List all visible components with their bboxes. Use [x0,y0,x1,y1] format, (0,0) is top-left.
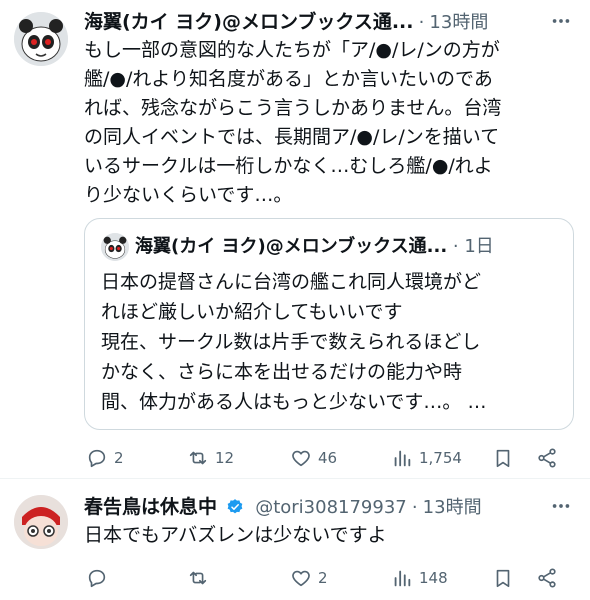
heart-icon [292,450,310,467]
like-count: 2 [318,569,328,587]
avatar[interactable] [14,495,68,549]
reply-button[interactable] [86,563,114,593]
tweet-text-line: れば、残念ながらこう言うしかありません。台湾 [84,97,502,119]
share-icon [538,448,556,468]
quote-text-line: 日本の提督さんに台湾の艦これ同人環境がど [101,271,482,293]
quote-header: 海翼(カイ ヨク)@メロンブックス通... · 1日 [135,233,494,261]
share-button[interactable] [536,443,564,473]
quote-text-line: 現在、サークル数は片手で数えられるほどし [101,331,481,353]
quote-tweet[interactable]: 海翼(カイ ヨク)@メロンブックス通... · 1日 日本の提督さんに台湾の艦こ… [84,218,574,430]
quote-text-line: かなく、さらに本を出せるだけの能力や時 [101,361,463,383]
views-chart-icon [394,450,411,467]
avatar[interactable] [14,12,68,66]
separator-dot: · [418,12,425,33]
tweet-text-line: いるサークルは一桁しかなく…むしろ艦/●/れよ [84,155,493,177]
quote-text: 日本の提督さんに台湾の艦これ同人環境がど れほど厳しいか紹介してもいいです 現在… [101,267,563,417]
tweet-text-line: り少ないくらいです…。 [84,184,293,206]
view-count: 148 [419,569,448,587]
separator-dot: · [411,497,418,518]
handle[interactable]: @tori308179937 [255,497,407,518]
reply-icon [88,569,106,588]
view-count: 1,754 [419,449,462,467]
views-chart-icon [394,570,411,587]
repost-icon [189,451,207,465]
tweet-header: 春告鳥は休息中 @tori308179937 · 13時間 [84,493,580,521]
action-bar: 2 148 [84,563,574,593]
avatar-panda-image [101,233,129,261]
more-options-icon[interactable] [550,495,572,522]
quote-text-line: 間、体力がある人はもっと少ないです…。 … [101,391,487,413]
bookmark-icon [496,569,510,588]
tweet-text: 日本でもアバズレンは少ないですよ [84,524,387,546]
repost-count: 12 [215,449,235,467]
tweet-text: もし一部の意図的な人たちが「ア/●/レ/ンの方が 艦/●/れより知名度がある」と… [84,36,584,210]
like-button[interactable]: 46 [290,443,337,473]
tweet-text-line: もし一部の意図的な人たちが「ア/●/レ/ンの方が [84,39,500,61]
tweet-text-line: 艦/●/れより知名度がある」とか言いたいのであ [84,68,493,90]
bookmark-button[interactable] [492,443,520,473]
tweet-text-line: の同人イベントでは、長期間ア/●/レ/ンを描いて [84,126,500,148]
quote-display-name: 海翼(カイ ヨク)@メロンブックス通... [135,236,448,257]
reply-count: 2 [114,449,124,467]
verified-badge-icon [227,499,243,514]
display-name[interactable]: 海翼(カイ ヨク)@メロンブックス通... [84,11,414,33]
separator-dot: · [452,236,459,257]
avatar-panda-image [14,12,68,66]
quote-text-line: れほど厳しいか紹介してもいいです [101,301,403,323]
views-button[interactable]: 148 [391,563,448,593]
bookmark-button[interactable] [492,563,520,593]
repost-button[interactable]: 12 [187,443,234,473]
reply-icon [88,449,106,468]
action-bar: 2 12 46 1,754 [84,443,574,473]
tweet[interactable]: 春告鳥は休息中 @tori308179937 · 13時間 日本でもアバズレンは… [0,479,590,600]
share-button[interactable] [536,563,564,593]
repost-button[interactable] [187,563,215,593]
display-name[interactable]: 春告鳥は休息中 [84,496,217,518]
avatar-character-image [14,495,68,549]
tweet[interactable]: 海翼(カイ ヨク)@メロンブックス通... · 13時間 もし一部の意図的な人た… [0,0,590,470]
like-button[interactable]: 2 [290,563,328,593]
more-options-icon[interactable] [550,10,572,37]
quote-timestamp: 1日 [464,236,494,257]
reply-button[interactable]: 2 [86,443,124,473]
share-icon [538,568,556,588]
views-button[interactable]: 1,754 [391,443,462,473]
repost-icon [189,571,207,585]
tweet-header: 海翼(カイ ヨク)@メロンブックス通... · 13時間 [84,8,580,36]
like-count: 46 [318,449,338,467]
bookmark-icon [496,449,510,468]
quote-avatar [101,233,129,261]
heart-icon [292,570,310,587]
timestamp[interactable]: 13時間 [423,497,482,518]
timestamp[interactable]: 13時間 [429,12,488,33]
